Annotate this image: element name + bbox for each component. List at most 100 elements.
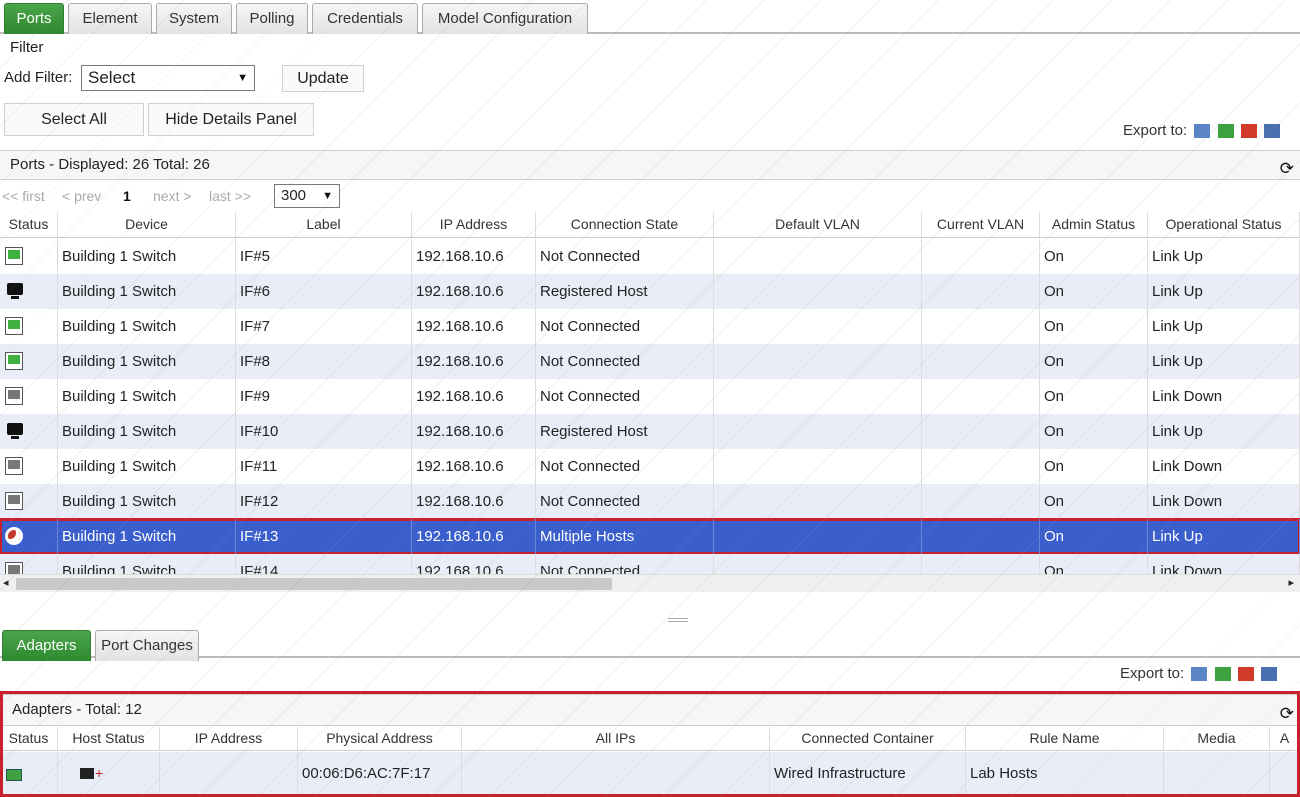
connection-state-cell: Registered Host bbox=[536, 414, 714, 449]
ip-address-cell: 192.168.10.6 bbox=[412, 344, 536, 379]
default-vlan-cell bbox=[714, 554, 922, 574]
label-cell: IF#8 bbox=[236, 344, 412, 379]
label-cell: IF#7 bbox=[236, 309, 412, 344]
col-operational-status[interactable]: Operational Status bbox=[1148, 212, 1300, 237]
col-ip-address[interactable]: IP Address bbox=[412, 212, 536, 237]
current-vlan-cell bbox=[922, 554, 1040, 574]
pager-next[interactable]: next > bbox=[153, 188, 192, 204]
ip-address-cell: 192.168.10.6 bbox=[412, 449, 536, 484]
refresh-icon[interactable]: ⟳ bbox=[1280, 155, 1294, 183]
select-all-button[interactable]: Select All bbox=[4, 103, 144, 136]
table-row[interactable]: Building 1 Switch IF#5 192.168.10.6 Not Con… bbox=[0, 239, 1300, 274]
add-filter-label: Add Filter: bbox=[4, 69, 73, 86]
admin-status-cell: On bbox=[1040, 414, 1148, 449]
device-cell: Building 1 Switch bbox=[58, 309, 236, 344]
ports-summary-bar: Ports - Displayed: 26 Total: 26 ⟳ bbox=[0, 150, 1300, 180]
pager-first[interactable]: << first bbox=[2, 188, 45, 204]
page-size-value: 300 bbox=[281, 187, 307, 204]
current-vlan-cell bbox=[922, 484, 1040, 519]
ip-address-cell: 192.168.10.6 bbox=[412, 519, 536, 554]
table-row[interactable]: Building 1 Switch IF#7 192.168.10.6 Not Con… bbox=[0, 309, 1300, 344]
pdf-export-icon[interactable] bbox=[1240, 124, 1257, 139]
col-connection-state[interactable]: Connection State bbox=[536, 212, 714, 237]
current-vlan-cell bbox=[922, 519, 1040, 554]
scroll-right-icon[interactable]: ▸ bbox=[1288, 576, 1294, 589]
admin-status-cell: On bbox=[1040, 519, 1148, 554]
device-cell: Building 1 Switch bbox=[58, 554, 236, 574]
tab-system[interactable]: System bbox=[156, 3, 232, 34]
pager-last[interactable]: last >> bbox=[209, 188, 251, 204]
splitter-handle[interactable] bbox=[668, 618, 688, 622]
tab-port-changes[interactable]: Port Changes bbox=[95, 630, 199, 661]
default-vlan-cell bbox=[714, 239, 922, 274]
operational-status-cell: Link Up bbox=[1148, 344, 1300, 379]
col-status[interactable]: Status bbox=[0, 212, 58, 237]
default-vlan-cell bbox=[714, 309, 922, 344]
current-vlan-cell bbox=[922, 239, 1040, 274]
table-row[interactable]: Building 1 Switch IF#8 192.168.10.6 Not Con… bbox=[0, 344, 1300, 379]
chevron-down-icon: ▼ bbox=[237, 72, 248, 84]
status-cell bbox=[0, 344, 58, 379]
table-row[interactable]: Building 1 Switch IF#6 192.168.10.6 Registe… bbox=[0, 274, 1300, 309]
table-row[interactable]: Building 1 Switch IF#13 192.168.10.6 Multip… bbox=[0, 518, 1300, 555]
status-cell bbox=[0, 414, 58, 449]
add-filter-select[interactable]: Select ▼ bbox=[81, 65, 255, 91]
tab-polling[interactable]: Polling bbox=[236, 3, 308, 34]
table-row[interactable]: Building 1 Switch IF#10 192.168.10.6 Regist… bbox=[0, 414, 1300, 449]
table-row[interactable]: Building 1 Switch IF#11 192.168.10.6 Not Co… bbox=[0, 449, 1300, 484]
operational-status-cell: Link Up bbox=[1148, 519, 1300, 554]
col-current-vlan[interactable]: Current VLAN bbox=[922, 212, 1040, 237]
status-cell bbox=[0, 274, 58, 309]
col-default-vlan[interactable]: Default VLAN bbox=[714, 212, 922, 237]
table-row[interactable]: Building 1 Switch IF#14 192.168.10.6 Not Co… bbox=[0, 554, 1300, 574]
device-cell: Building 1 Switch bbox=[58, 414, 236, 449]
status-cell bbox=[0, 519, 58, 554]
pager-prev[interactable]: < prev bbox=[62, 188, 101, 204]
xml-export-icon[interactable] bbox=[1260, 667, 1277, 682]
excel-export-icon[interactable] bbox=[1217, 124, 1234, 139]
admin-status-cell: On bbox=[1040, 274, 1148, 309]
tab-model-configuration[interactable]: Model Configuration bbox=[422, 3, 588, 34]
default-vlan-cell bbox=[714, 519, 922, 554]
device-cell: Building 1 Switch bbox=[58, 344, 236, 379]
hide-details-panel-button[interactable]: Hide Details Panel bbox=[148, 103, 314, 136]
xml-export-icon[interactable] bbox=[1263, 124, 1280, 139]
port-down-icon bbox=[5, 457, 23, 475]
label-cell: IF#11 bbox=[236, 449, 412, 484]
excel-export-icon[interactable] bbox=[1214, 667, 1231, 682]
col-device[interactable]: Device bbox=[58, 212, 236, 237]
col-admin-status[interactable]: Admin Status bbox=[1040, 212, 1148, 237]
page-size-select[interactable]: 300 ▼ bbox=[274, 184, 340, 208]
tab-credentials[interactable]: Credentials bbox=[312, 3, 418, 34]
update-button[interactable]: Update bbox=[282, 65, 364, 92]
ports-grid-header: Status Device Label IP Address Connectio… bbox=[0, 212, 1300, 238]
pdf-export-icon[interactable] bbox=[1237, 667, 1254, 682]
ip-address-cell: 192.168.10.6 bbox=[412, 274, 536, 309]
csv-export-icon[interactable] bbox=[1194, 124, 1211, 139]
scrollbar-thumb[interactable] bbox=[16, 578, 612, 590]
admin-status-cell: On bbox=[1040, 239, 1148, 274]
admin-status-cell: On bbox=[1040, 449, 1148, 484]
admin-status-cell: On bbox=[1040, 344, 1148, 379]
operational-status-cell: Link Down bbox=[1148, 449, 1300, 484]
default-vlan-cell bbox=[714, 449, 922, 484]
tab-adapters[interactable]: Adapters bbox=[2, 630, 91, 661]
current-vlan-cell bbox=[922, 449, 1040, 484]
table-row[interactable]: Building 1 Switch IF#9 192.168.10.6 Not Con… bbox=[0, 379, 1300, 414]
default-vlan-cell bbox=[714, 379, 922, 414]
current-vlan-cell bbox=[922, 344, 1040, 379]
tab-ports[interactable]: Ports bbox=[4, 3, 64, 34]
filter-title: Filter bbox=[10, 39, 44, 56]
table-row[interactable]: Building 1 Switch IF#12 192.168.10.6 Not Co… bbox=[0, 484, 1300, 519]
operational-status-cell: Link Up bbox=[1148, 309, 1300, 344]
export-bar-bottom: Export to: bbox=[1120, 665, 1277, 682]
tab-element[interactable]: Element bbox=[68, 3, 152, 34]
col-label[interactable]: Label bbox=[236, 212, 412, 237]
connection-state-cell: Not Connected bbox=[536, 554, 714, 574]
current-vlan-cell bbox=[922, 379, 1040, 414]
port-down-icon bbox=[5, 387, 23, 405]
horizontal-scrollbar[interactable]: ◂ ▸ bbox=[0, 574, 1300, 592]
csv-export-icon[interactable] bbox=[1191, 667, 1208, 682]
scroll-left-icon[interactable]: ◂ bbox=[3, 576, 9, 589]
device-cell: Building 1 Switch bbox=[58, 274, 236, 309]
